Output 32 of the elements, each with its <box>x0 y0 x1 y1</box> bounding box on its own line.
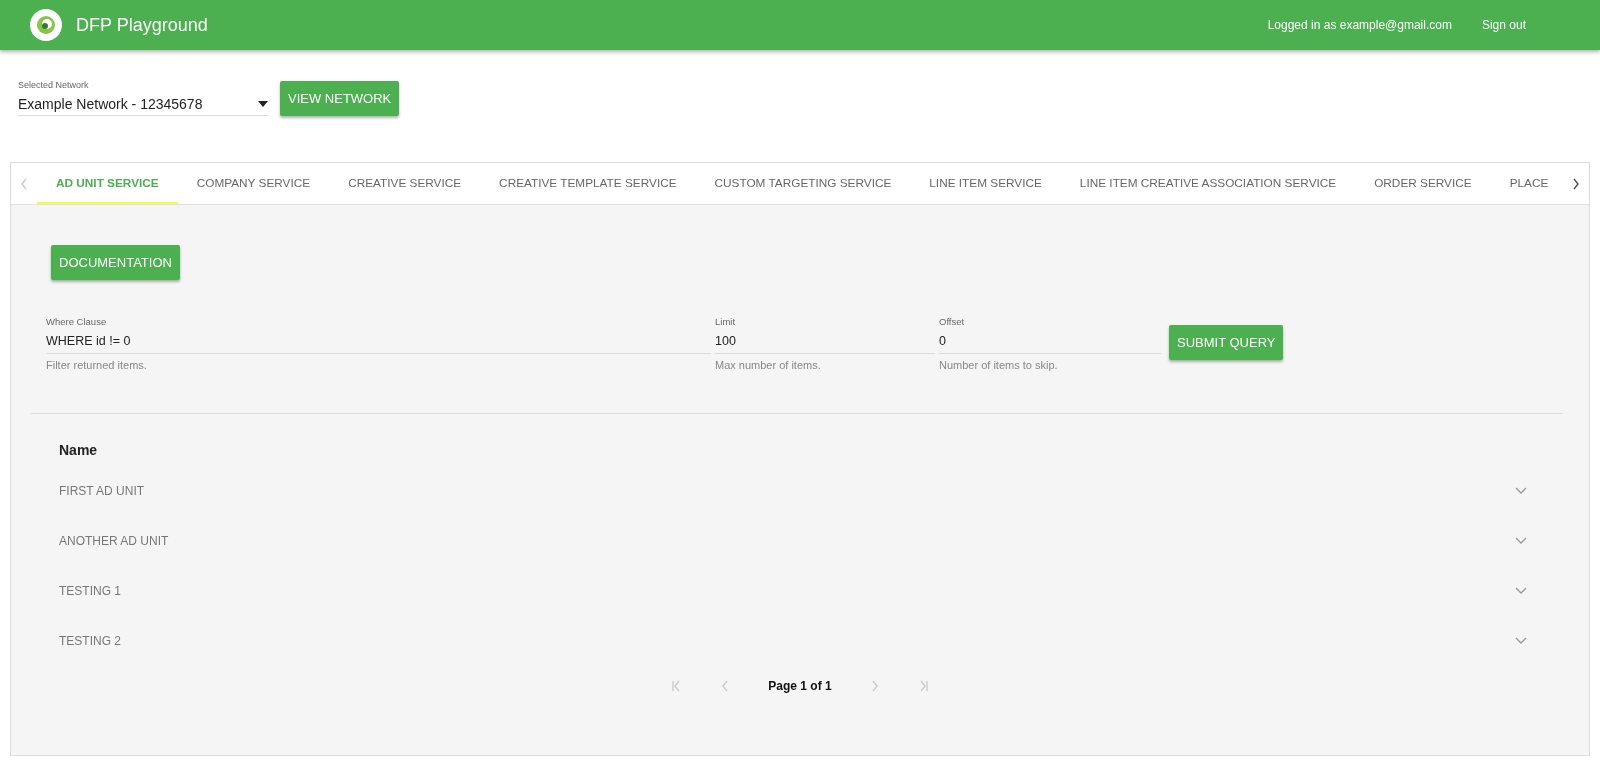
service-tab[interactable]: LINE ITEM SERVICE <box>910 163 1061 204</box>
service-tab[interactable]: CUSTOM TARGETING SERVICE <box>695 163 911 204</box>
field-hint: Max number of items. <box>715 359 822 371</box>
field-hint: Filter returned items. <box>46 359 148 371</box>
dropdown-icon <box>258 101 268 107</box>
query-input[interactable]: WHERE id != 0 <box>46 332 711 354</box>
field-label: Where Clause <box>46 316 108 327</box>
column-header: Name <box>59 442 99 458</box>
field-label: Limit <box>715 316 737 327</box>
expand-chevron-icon[interactable] <box>1515 637 1527 645</box>
ad-unit-name: FIRST AD UNIT <box>59 484 145 498</box>
query-input[interactable]: 100 <box>715 332 935 354</box>
page-indicator: Page 1 of 1 <box>768 679 832 693</box>
service-tab[interactable]: CREATIVE SERVICE <box>329 163 481 204</box>
service-tab[interactable]: ORDER SERVICE <box>1355 163 1491 204</box>
expand-chevron-icon[interactable] <box>1515 537 1527 545</box>
ad-unit-name: TESTING 1 <box>59 584 121 598</box>
service-tab[interactable]: LINE ITEM CREATIVE ASSOCIATION SERVICE <box>1060 163 1356 204</box>
logo-icon <box>30 9 62 41</box>
service-tab[interactable]: CREATIVE TEMPLATE SERVICE <box>480 163 696 204</box>
service-tab[interactable]: COMPANY SERVICE <box>177 163 330 204</box>
query-input[interactable]: 0 <box>939 332 1161 354</box>
ad-unit-name: ANOTHER AD UNIT <box>59 534 169 548</box>
network-select[interactable]: Selected Network Example Network - 12345678 <box>18 80 268 116</box>
field-label: Offset <box>939 316 966 327</box>
app-title: DFP Playground <box>76 14 209 36</box>
expand-chevron-icon[interactable] <box>1515 587 1527 595</box>
expand-chevron-icon[interactable] <box>1515 487 1527 495</box>
service-tab[interactable]: PLACE <box>1490 163 1563 204</box>
field-hint: Number of items to skip. <box>939 359 1059 371</box>
user-email: Logged in as example@gmail.com <box>1267 18 1452 32</box>
ad-unit-name: TESTING 2 <box>59 634 121 648</box>
